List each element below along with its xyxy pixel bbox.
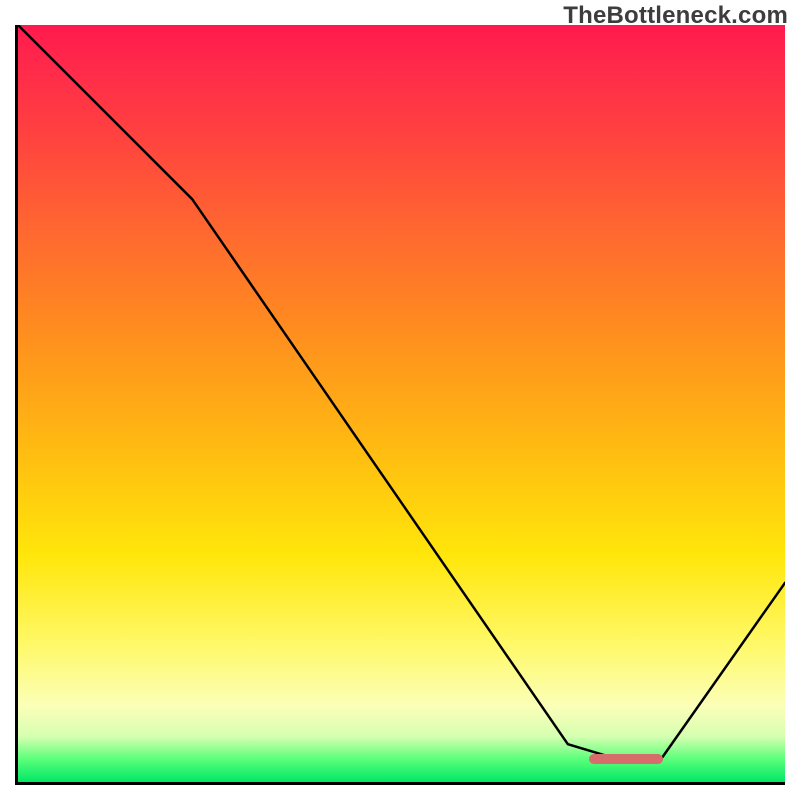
bottleneck-curve — [18, 25, 785, 782]
curve-path — [18, 25, 785, 757]
optimal-marker — [589, 754, 663, 764]
chart-plot-area — [15, 25, 785, 785]
